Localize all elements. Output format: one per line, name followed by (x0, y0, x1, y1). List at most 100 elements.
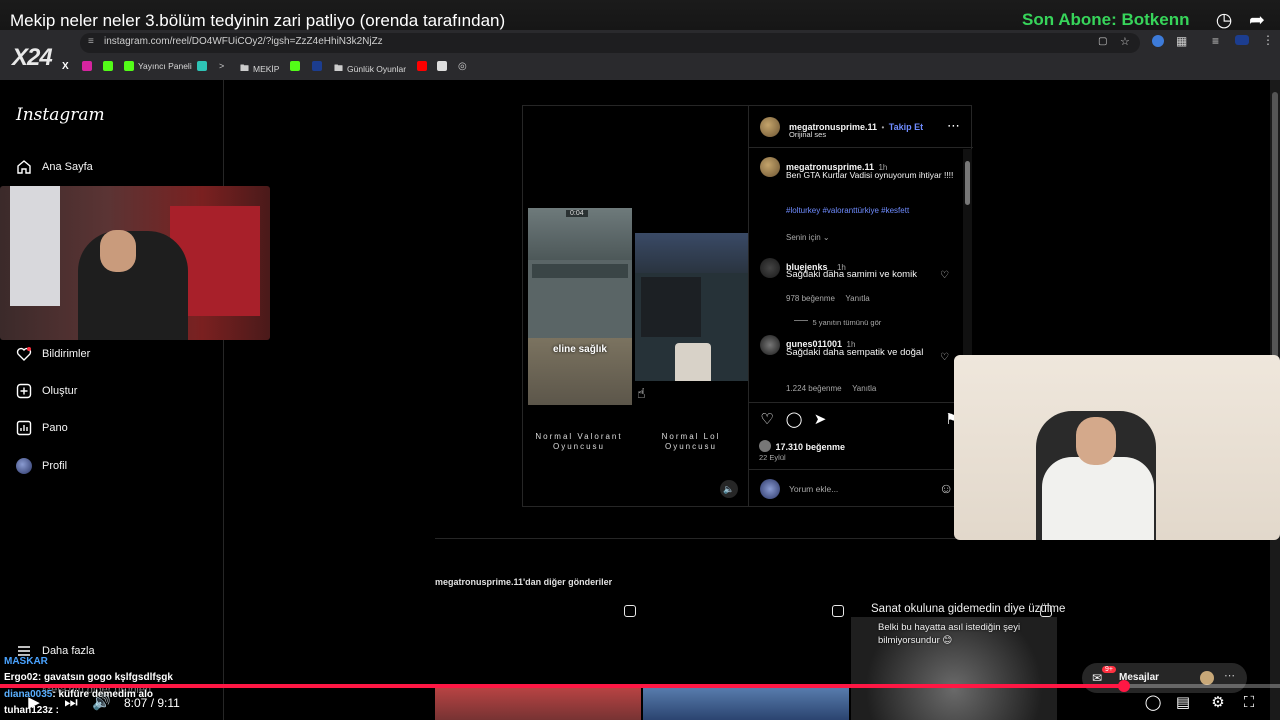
label-lol: Normal Lol Oyuncusu (661, 432, 721, 451)
post-actions: ♡ ◯ ➤ ⚑ 17.310 beğenme 22 Eylül Yorum ek… (749, 402, 973, 506)
extension-icon[interactable] (1152, 35, 1164, 47)
messages-button[interactable]: ✉ 9+ Mesajlar ⋯ (1082, 663, 1247, 693)
instagram-logo[interactable]: Instagram (16, 105, 105, 125)
kick-bookmark-2-icon[interactable] (290, 61, 300, 71)
view-replies[interactable]: 5 yanıtın tümünü gör (794, 312, 881, 330)
subtitles-icon[interactable]: ▤ (1174, 694, 1192, 712)
for-you-label[interactable]: Senin için ⌄ (786, 233, 830, 242)
nav-create[interactable]: Oluştur (16, 383, 77, 399)
video-progress-bar[interactable] (0, 680, 1280, 692)
globe-bookmark-icon[interactable]: ◎ (458, 61, 467, 72)
kick-bookmark-icon[interactable] (103, 61, 113, 71)
nav-home[interactable]: Ana Sayfa (16, 159, 93, 175)
bookmark-mekip[interactable]: 🖿 MEKİP (240, 61, 279, 77)
fullscreen-icon[interactable]: ⛶ (1240, 694, 1258, 712)
audio-label[interactable]: Orijinal ses (789, 130, 826, 139)
like-heart-icon[interactable]: ♡ (758, 411, 776, 429)
webcam-face-left (100, 230, 136, 272)
comments-list: megatronusprime.11 1h Ben GTA Kurtlar Va… (749, 149, 963, 399)
comment-avatar[interactable] (760, 258, 780, 278)
browser-toolbar: ≡ instagram.com/reel/DO4WFUiCOy2/?igsh=Z… (0, 30, 1280, 80)
next-icon[interactable]: ⏭ (62, 694, 80, 712)
caption-avatar[interactable] (760, 157, 780, 177)
reel-icon (832, 605, 844, 617)
video-time: 8:07 / 9:11 (124, 696, 180, 710)
profile-avatar-icon (16, 458, 32, 474)
settings-gear-icon[interactable]: ⚙ (1208, 694, 1228, 712)
caption-hashtags[interactable]: #lolturkey #valoranttürkiye #kesfett (786, 206, 909, 215)
terminal-bookmark-icon[interactable]: > (219, 61, 224, 71)
autoplay-toggle-icon[interactable]: ◯ (1140, 694, 1166, 712)
liker-avatar (759, 439, 771, 452)
speaker-icon: 🔈 (723, 484, 735, 494)
site-info-icon[interactable]: ≡ (88, 36, 94, 47)
comment-like-icon[interactable]: ♡ (940, 353, 950, 363)
share-send-icon[interactable]: ➤ (811, 411, 829, 429)
reel-video[interactable]: 0:04 eline sağlık Normal Valorant Oyuncu… (523, 106, 748, 506)
profile-avatar[interactable] (1235, 35, 1249, 45)
post-header: megatronusprime.11 • Takip Et Orijinal s… (749, 106, 973, 148)
mute-button[interactable]: 🔈 (720, 480, 738, 498)
share-icon[interactable]: ➦ (1246, 10, 1268, 32)
nav-profile[interactable]: Profil (16, 458, 67, 474)
video-title[interactable]: Mekip neler neler 3.bölüm tedyinin zari … (10, 11, 505, 31)
media-icon[interactable]: ≡ (1212, 34, 1219, 48)
play-icon[interactable]: ▶ (26, 694, 42, 712)
streamer-webcam-left (0, 186, 270, 340)
menu-kebab-icon[interactable]: ⋮ (1262, 33, 1274, 47)
emoji-icon[interactable]: ☺ (939, 480, 953, 496)
likes-count[interactable]: 17.310 beğenme (775, 442, 845, 452)
post-thumbnail[interactable] (435, 686, 641, 720)
bookmark-app-icon[interactable] (197, 61, 207, 71)
post-thumbnail[interactable] (643, 686, 849, 720)
image-bookmark-icon[interactable] (437, 61, 447, 71)
more-options-icon[interactable]: ⋯ (947, 118, 960, 134)
create-plus-icon (16, 383, 32, 399)
lol-scoreboard (641, 277, 701, 337)
address-bar[interactable]: ≡ instagram.com/reel/DO4WFUiCOy2/?igsh=Z… (80, 33, 1140, 53)
comment-likes[interactable]: 978 beğenme (786, 294, 835, 303)
bookmarks-bar: X Yayıncı Paneli > 🖿 MEKİP 🖿 Günlük Oyunla… (0, 57, 1280, 77)
volume-icon[interactable]: 🔊 (92, 694, 111, 712)
chat-line: MASKAR (4, 656, 48, 667)
more-posts-heading: megatronusprime.11'dan diğer gönderiler (435, 577, 613, 587)
reel-icon (624, 605, 636, 617)
streamer-cam-right (675, 343, 711, 381)
url-text[interactable]: instagram.com/reel/DO4WFUiCOy2/?igsh=ZzZ… (104, 36, 383, 47)
messages-badge: 9+ (1102, 666, 1116, 673)
extensions-puzzle-icon[interactable]: ▦ (1176, 34, 1187, 48)
comment-like-icon[interactable]: ♡ (940, 271, 950, 281)
comment-reply[interactable]: Yanıtla (845, 294, 869, 303)
youtube-bookmark-icon[interactable] (417, 61, 427, 71)
more-dots-icon[interactable]: ⋯ (1224, 669, 1235, 682)
caption-text: Ben GTA Kurtlar Vadisi oynuyorum ihtiyar… (786, 170, 954, 180)
nav-dashboard-label: Pano (42, 422, 68, 434)
comment-avatar[interactable] (760, 335, 780, 355)
progress-scrubber[interactable] (1117, 680, 1130, 692)
comments-scroll-thumb[interactable] (965, 161, 970, 205)
comment-bubble-icon[interactable]: ◯ (785, 411, 803, 429)
post-date: 22 Eylül (759, 453, 786, 462)
bookmark-yayinci-paneli[interactable]: Yayıncı Paneli (124, 61, 192, 71)
message-avatar (1200, 671, 1214, 685)
page-scroll-thumb[interactable] (1272, 92, 1278, 392)
comment-input[interactable]: Yorum ekle... (789, 484, 838, 494)
comment-likes[interactable]: 1.224 beğenme (786, 384, 842, 393)
install-icon[interactable]: ▢ (1098, 36, 1107, 47)
my-avatar (760, 479, 780, 499)
comment-reply[interactable]: Yanıtla (852, 384, 876, 393)
label-valorant: Normal Valorant Oyuncusu (535, 432, 623, 451)
folder-icon: 🖿 (334, 63, 344, 73)
bookmark-blue-icon[interactable] (312, 61, 322, 71)
instagram-bookmark-icon[interactable] (82, 61, 92, 71)
follow-button[interactable]: Takip Et (889, 122, 923, 132)
nav-dashboard[interactable]: Pano (16, 420, 68, 436)
watch-later-icon[interactable]: ◷ (1213, 10, 1235, 32)
x-bookmark-icon[interactable]: X (62, 61, 69, 72)
channel-watermark: X24 (12, 44, 53, 71)
bookmark-gunluk-oyunlar[interactable]: 🖿 Günlük Oyunlar (334, 61, 406, 77)
author-avatar[interactable] (760, 117, 780, 137)
nav-notifications[interactable]: Bildirimler (16, 346, 90, 362)
webcam-shelf (10, 186, 60, 306)
bookmark-star-icon[interactable]: ☆ (1120, 35, 1130, 48)
